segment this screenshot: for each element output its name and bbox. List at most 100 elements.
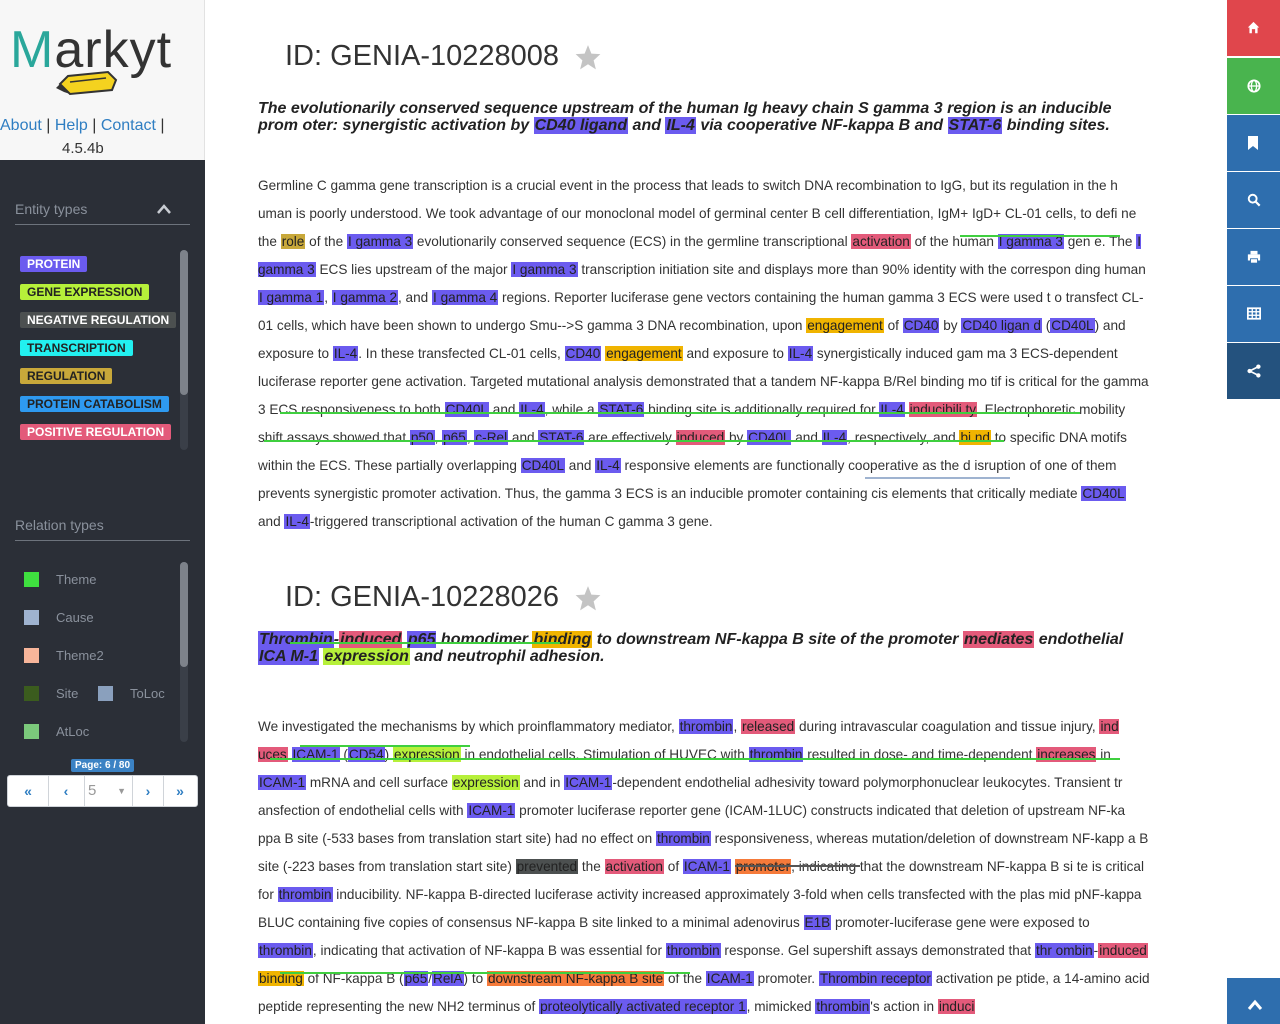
entity-annotation[interactable]: activation (851, 234, 911, 249)
entity-annotation[interactable]: CD40 (902, 318, 940, 333)
help-link[interactable]: Help (55, 117, 88, 134)
search-button[interactable] (1227, 172, 1280, 228)
entity-annotation[interactable]: p65 (442, 430, 467, 445)
entity-annotation[interactable]: thrombin (815, 999, 871, 1014)
entity-annotation[interactable]: prevented (515, 859, 579, 874)
relation-type-label[interactable]: AtLoc (56, 724, 89, 739)
globe-button[interactable] (1227, 58, 1280, 114)
relation-type-label[interactable]: Cause (56, 610, 94, 625)
entity-annotation[interactable]: thrombin (665, 943, 721, 958)
entity-annotation[interactable]: Thrombin receptor (818, 971, 932, 986)
entity-scrollbar-thumb[interactable] (180, 250, 188, 395)
entity-annotation[interactable]: induced (339, 631, 403, 648)
entity-annotation[interactable]: ICAM-1 (258, 775, 307, 790)
prev-page-button[interactable]: ‹ (48, 776, 85, 806)
entity-type-badge[interactable]: PROTEIN (20, 256, 88, 272)
entity-annotation[interactable]: CD40 ligan d (961, 318, 1042, 333)
star-icon[interactable] (574, 585, 602, 612)
about-link[interactable]: About (0, 117, 42, 134)
entity-annotation[interactable]: binding (532, 631, 593, 648)
entity-annotation[interactable]: STAT-6 (947, 117, 1003, 134)
entity-type-badge[interactable]: NEGATIVE REGULATION (20, 312, 177, 328)
last-page-button[interactable]: » (163, 776, 197, 806)
entity-annotation[interactable]: ICAM-1 (564, 775, 613, 790)
chevron-up-icon[interactable] (156, 203, 172, 215)
entity-annotation[interactable]: expression (323, 648, 410, 665)
home-button[interactable] (1227, 0, 1280, 56)
entity-annotation[interactable]: STAT-6 (538, 430, 585, 445)
entity-annotation[interactable]: I gamma 1 (258, 290, 325, 305)
entity-type-badge[interactable]: GENE EXPRESSION (20, 284, 150, 300)
entity-annotation[interactable]: IL-4 (284, 514, 310, 529)
entity-annotation[interactable]: induced (675, 430, 726, 445)
entity-annotation[interactable]: CD40L (1050, 318, 1095, 333)
entity-annotation[interactable]: thrombin (678, 719, 734, 734)
relation-type-label[interactable]: Theme2 (56, 648, 104, 663)
first-page-button[interactable]: « (8, 776, 49, 806)
document-abstract: Germline C gamma gene transcription is a… (258, 172, 1151, 536)
entity-annotation[interactable]: thr ombin (1035, 943, 1094, 958)
entity-annotation[interactable]: inducibili ty (908, 402, 978, 417)
entity-annotation[interactable]: proteolytically activated receptor 1 (539, 999, 747, 1014)
entity-annotation[interactable]: ICAM-1 (682, 859, 731, 874)
entity-annotation[interactable]: c-Rel (474, 430, 509, 445)
entity-type-badge[interactable]: POSITIVE REGULATION (20, 424, 172, 440)
entity-annotation[interactable]: p65 (406, 631, 437, 648)
scroll-top-button[interactable] (1227, 978, 1280, 1024)
text-run: and (791, 430, 822, 445)
entity-annotation[interactable]: thrombin (655, 831, 711, 846)
entity-annotation[interactable]: CD40 (564, 346, 602, 361)
entity-annotation[interactable]: role (280, 234, 306, 249)
entity-annotation[interactable]: engagement (605, 346, 683, 361)
entity-annotation[interactable]: released (741, 719, 796, 734)
entity-annotation[interactable]: IL-4 (821, 430, 848, 445)
entity-annotation[interactable]: E1B (803, 915, 832, 930)
bookmark-button[interactable] (1227, 115, 1280, 171)
entity-annotation[interactable]: Thrombin (258, 631, 334, 648)
entity-annotation[interactable]: CD40L (1081, 486, 1126, 501)
relation-type-label[interactable]: Theme (56, 572, 96, 587)
entity-type-badge[interactable]: PROTEIN CATABOLISM (20, 396, 169, 412)
entity-annotation[interactable]: bi nd (959, 430, 991, 445)
entity-type-badge[interactable]: TRANSCRIPTION (20, 340, 133, 356)
entity-annotation[interactable]: p50 (409, 430, 435, 445)
entity-annotation[interactable]: ICA M-1 (258, 648, 319, 665)
contact-link[interactable]: Contact (101, 117, 156, 134)
entity-annotation[interactable]: STAT-6 (598, 402, 645, 417)
entity-annotation[interactable]: thrombin (258, 943, 313, 958)
print-button[interactable] (1227, 229, 1280, 285)
entity-annotation[interactable]: IL-4 (879, 402, 905, 417)
about-links: About | Help | Contact | (0, 117, 165, 134)
entity-type-badge[interactable]: REGULATION (20, 368, 113, 384)
relation-scrollbar-thumb[interactable] (180, 562, 188, 667)
entity-annotation[interactable]: I gamma 4 (432, 290, 499, 305)
entity-annotation[interactable]: IL-4 (665, 117, 696, 134)
page-select[interactable]: 5 ▼ (84, 776, 133, 806)
next-page-button[interactable]: › (133, 776, 164, 806)
entity-annotation[interactable]: IL-4 (332, 346, 359, 361)
entity-annotation[interactable]: IL-4 (787, 346, 814, 361)
entity-annotation[interactable]: mediates (962, 631, 1035, 648)
entity-annotation[interactable]: ICAM-1 (467, 803, 516, 818)
entity-annotation[interactable]: expression (451, 775, 520, 790)
entity-annotation[interactable]: induci (937, 999, 976, 1014)
entity-annotation[interactable]: I gamma 3 (511, 262, 578, 277)
entity-annotation[interactable]: CD40 ligand (533, 117, 629, 134)
entity-annotation[interactable]: engagement (806, 318, 884, 333)
entity-annotation[interactable]: thrombin (277, 887, 333, 902)
star-icon[interactable] (574, 44, 602, 71)
entity-annotation[interactable]: CD40L (520, 458, 566, 473)
entity-annotation[interactable]: I gamma 2 (331, 290, 398, 305)
entity-annotation[interactable]: activation (604, 859, 664, 874)
entity-annotation[interactable]: ICAM-1 (705, 971, 754, 986)
entity-annotation[interactable]: induced (1098, 943, 1148, 958)
relation-type-label[interactable]: ToLoc (130, 686, 165, 701)
entity-annotation[interactable]: CD40L (444, 402, 489, 417)
table-button[interactable] (1227, 286, 1280, 342)
entity-annotation[interactable]: CD40L (747, 430, 792, 445)
share-button[interactable] (1227, 343, 1280, 399)
entity-annotation[interactable]: IL-4 (519, 402, 545, 417)
relation-type-label[interactable]: Site (56, 686, 78, 701)
entity-annotation[interactable]: IL-4 (595, 458, 621, 473)
entity-annotation[interactable]: I gamma 3 (346, 234, 414, 249)
